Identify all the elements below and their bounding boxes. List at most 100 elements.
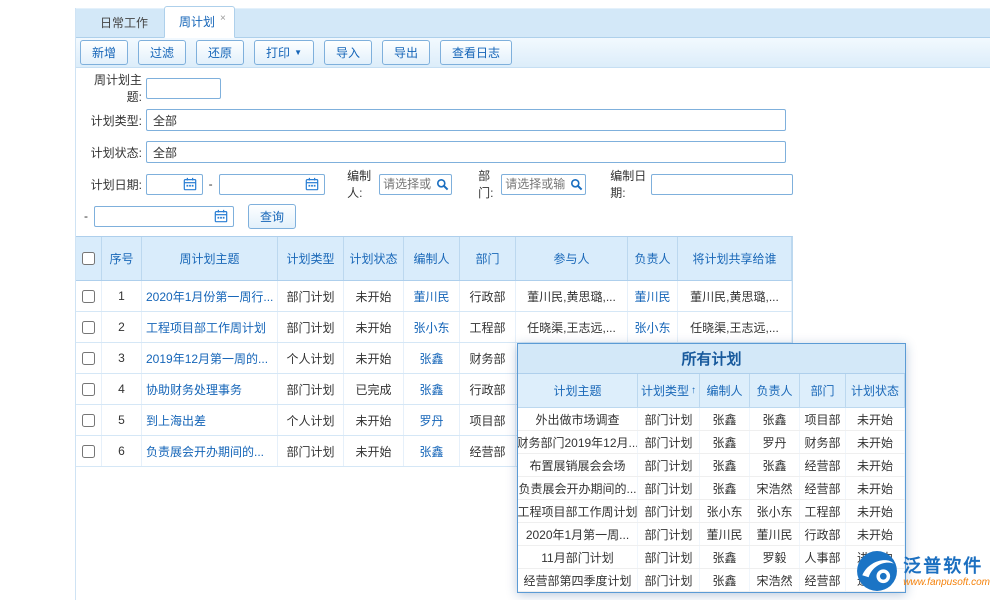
- add-button-label: 新增: [92, 44, 116, 61]
- tab-bar: 日常工作 周计划×: [76, 8, 990, 38]
- filter-button[interactable]: 过滤: [138, 40, 186, 65]
- dialog-row[interactable]: 2020年1月第一周... 部门计划 董川民 董川民 行政部 未开始: [518, 523, 905, 546]
- calendar-icon[interactable]: [303, 177, 321, 191]
- dialog-header-type[interactable]: 计划类型↑: [638, 374, 700, 407]
- tab-daily-work[interactable]: 日常工作: [84, 8, 164, 37]
- import-button-label: 导入: [336, 44, 360, 61]
- brand-name: 泛普软件: [903, 556, 990, 577]
- plan-date-end-input[interactable]: [219, 174, 326, 195]
- dialog-row[interactable]: 外出做市场调查 部门计划 张鑫 张鑫 项目部 未开始: [518, 408, 905, 431]
- dialog-row[interactable]: 11月部门计划 部门计划 张鑫 罗毅 人事部 进行中: [518, 546, 905, 569]
- compile-date-end-input[interactable]: [94, 206, 234, 227]
- cell-compiler-link[interactable]: 张小东: [404, 312, 460, 342]
- dialog-cell-owner: 罗丹: [750, 431, 800, 453]
- cell-dept: 行政部: [460, 374, 516, 404]
- header-compiler[interactable]: 编制人: [404, 237, 460, 280]
- compile-date-label: 编制日期:: [610, 167, 648, 201]
- dept-input[interactable]: [502, 176, 568, 193]
- export-button[interactable]: 导出: [382, 40, 430, 65]
- cell-status: 未开始: [344, 436, 404, 466]
- dialog-cell-owner: 宋浩然: [750, 569, 800, 591]
- cell-subject-link[interactable]: 协助财务处理事务: [142, 374, 278, 404]
- cell-seq: 1: [102, 281, 142, 311]
- header-share[interactable]: 将计划共享给谁: [678, 237, 792, 280]
- row-checkbox-cell: [76, 312, 102, 342]
- dialog-row[interactable]: 布置展销展会会场 部门计划 张鑫 张鑫 经营部 未开始: [518, 454, 905, 477]
- dialog-row[interactable]: 经营部第四季度计划 部门计划 张鑫 宋浩然 经营部 进行中: [518, 569, 905, 592]
- view-log-button[interactable]: 查看日志: [440, 40, 512, 65]
- row-checkbox[interactable]: [82, 414, 95, 427]
- header-status[interactable]: 计划状态: [344, 237, 404, 280]
- cell-type: 个人计划: [278, 405, 344, 435]
- tab-weekly-plan[interactable]: 周计划×: [164, 6, 235, 38]
- cell-compiler-link[interactable]: 罗丹: [404, 405, 460, 435]
- cell-subject-link[interactable]: 2020年1月份第一周行...: [142, 281, 278, 311]
- dialog-row[interactable]: 负责展会开办期间的... 部门计划 张鑫 宋浩然 经营部 未开始: [518, 477, 905, 500]
- type-select[interactable]: 全部: [146, 109, 786, 131]
- chevron-down-icon: ▼: [294, 48, 302, 57]
- cell-type: 部门计划: [278, 281, 344, 311]
- header-owner[interactable]: 负责人: [628, 237, 678, 280]
- print-button[interactable]: 打印▼: [254, 40, 314, 65]
- dialog-header-subject[interactable]: 计划主题: [518, 374, 638, 407]
- import-button[interactable]: 导入: [324, 40, 372, 65]
- cell-compiler-link[interactable]: 董川民: [404, 281, 460, 311]
- restore-button[interactable]: 还原: [196, 40, 244, 65]
- row-checkbox[interactable]: [82, 445, 95, 458]
- search-icon[interactable]: [434, 178, 451, 191]
- dialog-cell-compiler: 张鑫: [700, 477, 750, 499]
- cell-owner-link[interactable]: 董川民: [628, 281, 678, 311]
- add-button[interactable]: 新增: [80, 40, 128, 65]
- dialog-cell-type: 部门计划: [638, 408, 700, 430]
- dialog-cell-compiler: 张鑫: [700, 569, 750, 591]
- row-checkbox[interactable]: [82, 352, 95, 365]
- search-icon[interactable]: [568, 178, 585, 191]
- dialog-cell-subject: 工程项目部工作周计划: [518, 500, 638, 522]
- cell-subject-link[interactable]: 负责展会开办期间的...: [142, 436, 278, 466]
- tab-close-icon[interactable]: ×: [220, 13, 226, 24]
- row-checkbox[interactable]: [82, 290, 95, 303]
- cell-subject-link[interactable]: 2019年12月第一周的...: [142, 343, 278, 373]
- dialog-cell-compiler: 董川民: [700, 523, 750, 545]
- filter-row-subject: 周计划主题:: [76, 72, 793, 104]
- brand-url: www.fanpusoft.com: [903, 577, 990, 589]
- calendar-icon[interactable]: [181, 177, 199, 191]
- query-button[interactable]: 查询: [248, 204, 296, 229]
- plan-date-label: 计划日期:: [84, 176, 142, 193]
- cell-compiler-link[interactable]: 张鑫: [404, 436, 460, 466]
- row-checkbox[interactable]: [82, 383, 95, 396]
- cell-compiler-link[interactable]: 张鑫: [404, 374, 460, 404]
- cell-subject-link[interactable]: 工程项目部工作周计划: [142, 312, 278, 342]
- dialog-row[interactable]: 工程项目部工作周计划 部门计划 张小东 张小东 工程部 未开始: [518, 500, 905, 523]
- dialog-header-status[interactable]: 计划状态: [846, 374, 905, 407]
- dialog-header-compiler[interactable]: 编制人: [700, 374, 750, 407]
- cell-seq: 4: [102, 374, 142, 404]
- plan-date-start-input[interactable]: [146, 174, 203, 195]
- header-seq[interactable]: 序号: [102, 237, 142, 280]
- calendar-icon[interactable]: [212, 209, 230, 223]
- dialog-header-dept[interactable]: 部门: [800, 374, 846, 407]
- dialog-row[interactable]: 财务部门2019年12月... 部门计划 张鑫 罗丹 财务部 未开始: [518, 431, 905, 454]
- view-log-button-label: 查看日志: [452, 44, 500, 61]
- dialog-cell-owner: 张鑫: [750, 454, 800, 476]
- status-select[interactable]: 全部: [146, 141, 786, 163]
- compile-date-start-input[interactable]: [651, 174, 793, 195]
- dialog-header-owner[interactable]: 负责人: [750, 374, 800, 407]
- cell-type: 个人计划: [278, 343, 344, 373]
- compiler-input[interactable]: [380, 176, 434, 193]
- header-participants[interactable]: 参与人: [516, 237, 628, 280]
- header-dept[interactable]: 部门: [460, 237, 516, 280]
- subject-input[interactable]: [146, 78, 221, 99]
- cell-owner-link[interactable]: 张小东: [628, 312, 678, 342]
- dialog-title: 所有计划: [518, 344, 905, 374]
- row-checkbox[interactable]: [82, 321, 95, 334]
- cell-compiler-link[interactable]: 张鑫: [404, 343, 460, 373]
- dialog-cell-compiler: 张鑫: [700, 431, 750, 453]
- select-all-checkbox[interactable]: [82, 252, 95, 265]
- dialog-table-body: 外出做市场调查 部门计划 张鑫 张鑫 项目部 未开始 财务部门2019年12月.…: [518, 408, 905, 592]
- cell-subject-link[interactable]: 到上海出差: [142, 405, 278, 435]
- header-subject[interactable]: 周计划主题: [142, 237, 278, 280]
- cell-status: 未开始: [344, 343, 404, 373]
- header-type[interactable]: 计划类型: [278, 237, 344, 280]
- dialog-cell-subject: 2020年1月第一周...: [518, 523, 638, 545]
